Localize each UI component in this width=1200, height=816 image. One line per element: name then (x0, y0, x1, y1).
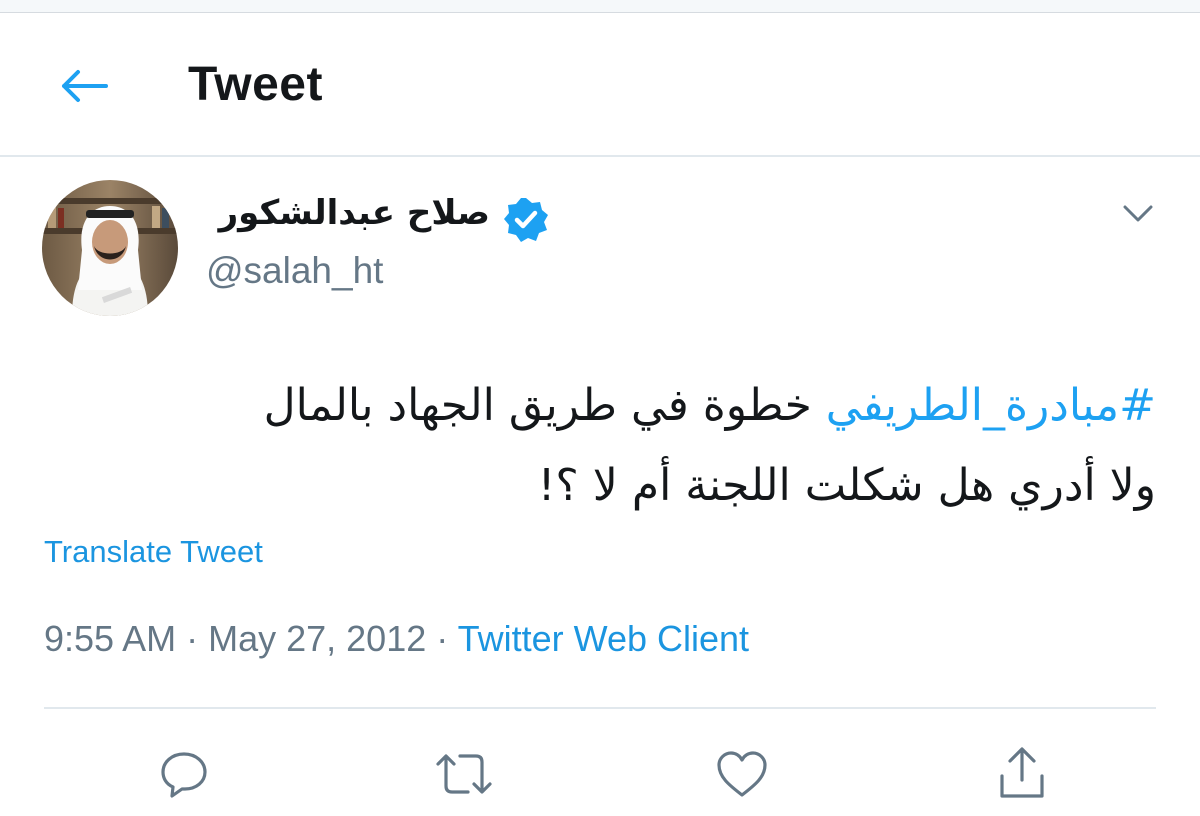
page-title: Tweet (188, 58, 323, 111)
chevron-down-icon (1123, 205, 1153, 222)
hashtag-link[interactable]: #مبادرة_الطريفي (826, 380, 1156, 431)
verified-badge-icon (504, 198, 548, 242)
meta-separator: · (176, 618, 209, 659)
divider (44, 707, 1156, 709)
tweet-options-button[interactable] (1116, 196, 1160, 232)
reply-icon (161, 752, 207, 798)
retweet-button[interactable] (434, 744, 494, 804)
translate-tweet-link[interactable]: Translate Tweet (44, 534, 263, 570)
tweet-date[interactable]: May 27, 2012 (208, 618, 426, 659)
share-button[interactable] (992, 744, 1052, 804)
heart-icon (717, 751, 767, 797)
tweet-meta: 9:55 AM · May 27, 2012 · Twitter Web Cli… (44, 618, 749, 660)
meta-separator: · (426, 618, 458, 659)
tweet-source-link[interactable]: Twitter Web Client (458, 618, 749, 659)
back-button[interactable] (56, 61, 112, 111)
browser-top-edge (0, 0, 1200, 13)
reply-button[interactable] (154, 744, 214, 804)
tweet-text-line-2: ولا أدري هل شكلت اللجنة أم لا ؟! (537, 460, 1156, 511)
user-handle[interactable]: @salah_ht (206, 250, 383, 292)
like-button[interactable] (712, 744, 772, 804)
avatar[interactable] (42, 180, 178, 316)
tweet-text: #مبادرة_الطريفي خطوة في طريق الجهاد بالم… (46, 366, 1156, 526)
retweet-icon (436, 754, 492, 794)
share-icon (1000, 747, 1044, 798)
display-name[interactable]: صلاح عبدالشكور (219, 193, 490, 233)
page-header: Tweet (0, 13, 1200, 157)
tweet-text-line-1-rest: خطوة في طريق الجهاد بالمال (263, 380, 826, 431)
tweet-text-line-1: #مبادرة_الطريفي خطوة في طريق الجهاد بالم… (46, 366, 1156, 446)
arrow-left-icon (62, 70, 108, 102)
tweet-time[interactable]: 9:55 AM (44, 618, 176, 659)
